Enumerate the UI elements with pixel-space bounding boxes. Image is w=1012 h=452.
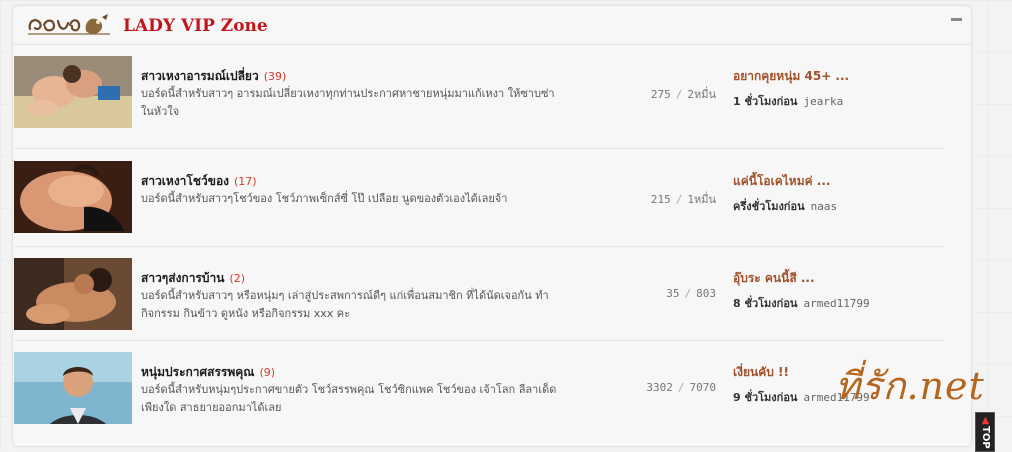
forum-title-text: หนุ่มประกาศสรรพคุณ (141, 365, 255, 379)
forum-stats: 215 / 1หมื่น (606, 190, 716, 208)
last-post-user-link[interactable]: jearka (803, 95, 843, 108)
forum-title-text: สาวเหงาโชว์ของ (141, 174, 230, 188)
last-post: แค่นี้โอเคไหมค่ ... ครึ่งชั่วโมงก่อน naas (733, 172, 943, 215)
forum-thumbnail[interactable] (14, 258, 132, 330)
last-post-title-link[interactable]: เงี่ยนคับ !! (733, 363, 943, 382)
post-count: 803 (696, 287, 716, 300)
last-post: เงี่ยนคับ !! 9 ชั่วโมงก่อน armed11799 (733, 363, 943, 406)
forum-online-count: (39) (263, 70, 287, 83)
forum-description: บอร์ดนี้สำหรับสาวๆ อารมณ์เปลี่ยวเหงาทุกท… (141, 87, 555, 118)
last-post-title-link[interactable]: อยากคุยหนุ่ม 45+ ... (733, 67, 943, 86)
last-post-time: 8 ชั่วโมงก่อน (733, 297, 798, 310)
forum-online-count: (2) (229, 272, 246, 285)
forum-description: บอร์ดนี้สำหรับหนุ่มๆประกาศขายตัว โชว์สรร… (141, 383, 557, 414)
forum-row[interactable]: สาวเหงาอารมณ์เปลี่ยว (39) บอร์ดนี้สำหรับส… (14, 56, 944, 128)
forum-thumbnail[interactable] (14, 56, 132, 128)
stats-separator: / (684, 287, 692, 300)
last-post-time: 1 ชั่วโมงก่อน (733, 95, 798, 108)
last-post-time: ครึ่งชั่วโมงก่อน (733, 200, 805, 213)
forum-stats: 35 / 803 (606, 287, 716, 300)
forum-title-link[interactable]: หนุ่มประกาศสรรพคุณ (9) (141, 363, 275, 382)
stats-separator: / (677, 381, 685, 394)
row-divider (14, 340, 944, 341)
forum-description: บอร์ดนี้สำหรับสาวๆ หรือหนุ่มๆ เล่าสู่ประ… (141, 289, 549, 320)
zone-title: LADY VIP Zone (123, 16, 268, 36)
forum-title-link[interactable]: สาวเหงาโชว์ของ (17) (141, 172, 257, 191)
back-to-top-label: TOP (980, 426, 991, 449)
forum-title-link[interactable]: สาวๆส่งการบ้าน (2) (141, 269, 245, 288)
forum-online-count: (17) (234, 175, 257, 188)
last-post-meta: 1 ชั่วโมงก่อน jearka (733, 92, 943, 110)
last-post-title-link[interactable]: แค่นี้โอเคไหมค่ ... (733, 172, 943, 191)
topic-count: 275 (650, 88, 671, 101)
site-logo-icon (26, 11, 112, 38)
last-post-time: 9 ชั่วโมงก่อน (733, 391, 798, 404)
back-to-top-button[interactable]: ▲TOP (975, 412, 995, 452)
row-divider (14, 246, 944, 247)
collapse-button[interactable] (951, 18, 962, 21)
post-count: 1หมื่น (687, 193, 716, 206)
last-post-meta: 8 ชั่วโมงก่อน armed11799 (733, 294, 943, 312)
stats-separator: / (675, 88, 683, 101)
topic-count: 215 (650, 193, 671, 206)
last-post-user-link[interactable]: naas (811, 200, 838, 213)
panel-header: LADY VIP Zone (13, 6, 971, 45)
last-post-meta: 9 ชั่วโมงก่อน armed11799 (733, 388, 943, 406)
post-count: 7070 (689, 381, 717, 394)
row-divider (14, 148, 944, 149)
forum-row[interactable]: หนุ่มประกาศสรรพคุณ (9) บอร์ดนี้สำหรับหนุ่… (14, 352, 944, 424)
forum-online-count: (9) (259, 366, 276, 379)
last-post-meta: ครึ่งชั่วโมงก่อน naas (733, 197, 943, 215)
forum-title-text: สาวๆส่งการบ้าน (141, 271, 225, 285)
last-post-user-link[interactable]: armed11799 (803, 391, 869, 404)
topic-count: 3302 (646, 381, 673, 394)
forum-row[interactable]: สาวๆส่งการบ้าน (2) บอร์ดนี้สำหรับสาวๆ หรื… (14, 258, 944, 330)
forum-title-link[interactable]: สาวเหงาอารมณ์เปลี่ยว (39) (141, 67, 286, 86)
topic-count: 35 (666, 287, 680, 300)
last-post: อยากคุยหนุ่ม 45+ ... 1 ชั่วโมงก่อน jearka (733, 67, 943, 110)
forum-row[interactable]: สาวเหงาโชว์ของ (17) บอร์ดนี้สำหรับสาวๆโชว… (14, 161, 944, 233)
forum-stats: 3302 / 7070 (606, 381, 716, 394)
forum-thumbnail[interactable] (14, 161, 132, 233)
arrow-up-icon: ▲ (980, 415, 991, 427)
forum-stats: 275 / 2หมื่น (606, 85, 716, 103)
last-post-user-link[interactable]: armed11799 (803, 297, 869, 310)
stats-separator: / (675, 193, 683, 206)
forum-thumbnail[interactable] (14, 352, 132, 424)
post-count: 2หมื่น (687, 88, 716, 101)
last-post-title-link[interactable]: อุ๊บระ คนนี้สี ... (733, 269, 943, 288)
forum-description: บอร์ดนี้สำหรับสาวๆโชว์ของ โชว์ภาพเซ็กส์ซ… (141, 192, 508, 205)
forum-title-text: สาวเหงาอารมณ์เปลี่ยว (141, 69, 259, 83)
last-post: อุ๊บระ คนนี้สี ... 8 ชั่วโมงก่อน armed117… (733, 269, 943, 312)
